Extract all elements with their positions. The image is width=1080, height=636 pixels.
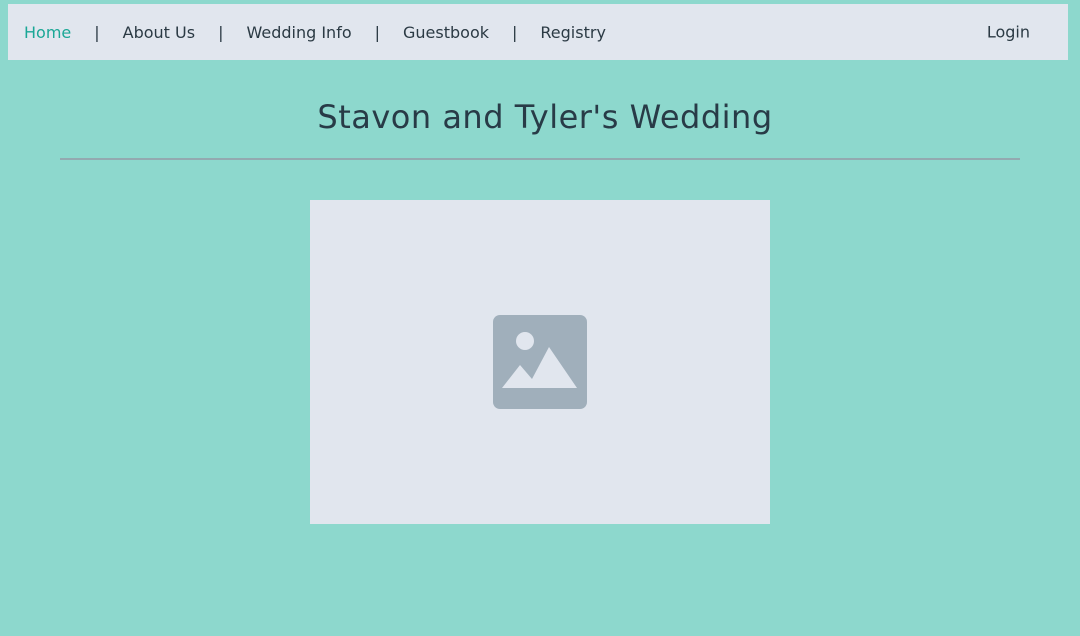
nav-link-home[interactable]: Home: [24, 23, 71, 42]
nav-link-guestbook[interactable]: Guestbook: [403, 23, 489, 42]
nav-link-about-us[interactable]: About Us: [123, 23, 195, 42]
page-title: Stavon and Tyler's Wedding: [317, 98, 773, 136]
navbar: Home | About Us | Wedding Info | Guestbo…: [8, 4, 1068, 60]
image-placeholder-icon: [493, 315, 587, 409]
nav-links: Home | About Us | Wedding Info | Guestbo…: [24, 23, 606, 42]
login-link[interactable]: Login: [987, 23, 1030, 42]
nav-separator: |: [374, 22, 381, 42]
title-divider: [60, 158, 1020, 160]
hero-image: [310, 200, 770, 524]
nav-separator: |: [218, 22, 224, 42]
nav-link-registry[interactable]: Registry: [540, 23, 606, 42]
nav-link-wedding-info[interactable]: Wedding Info: [246, 23, 351, 42]
nav-separator: |: [94, 22, 100, 42]
nav-separator: |: [512, 22, 518, 42]
